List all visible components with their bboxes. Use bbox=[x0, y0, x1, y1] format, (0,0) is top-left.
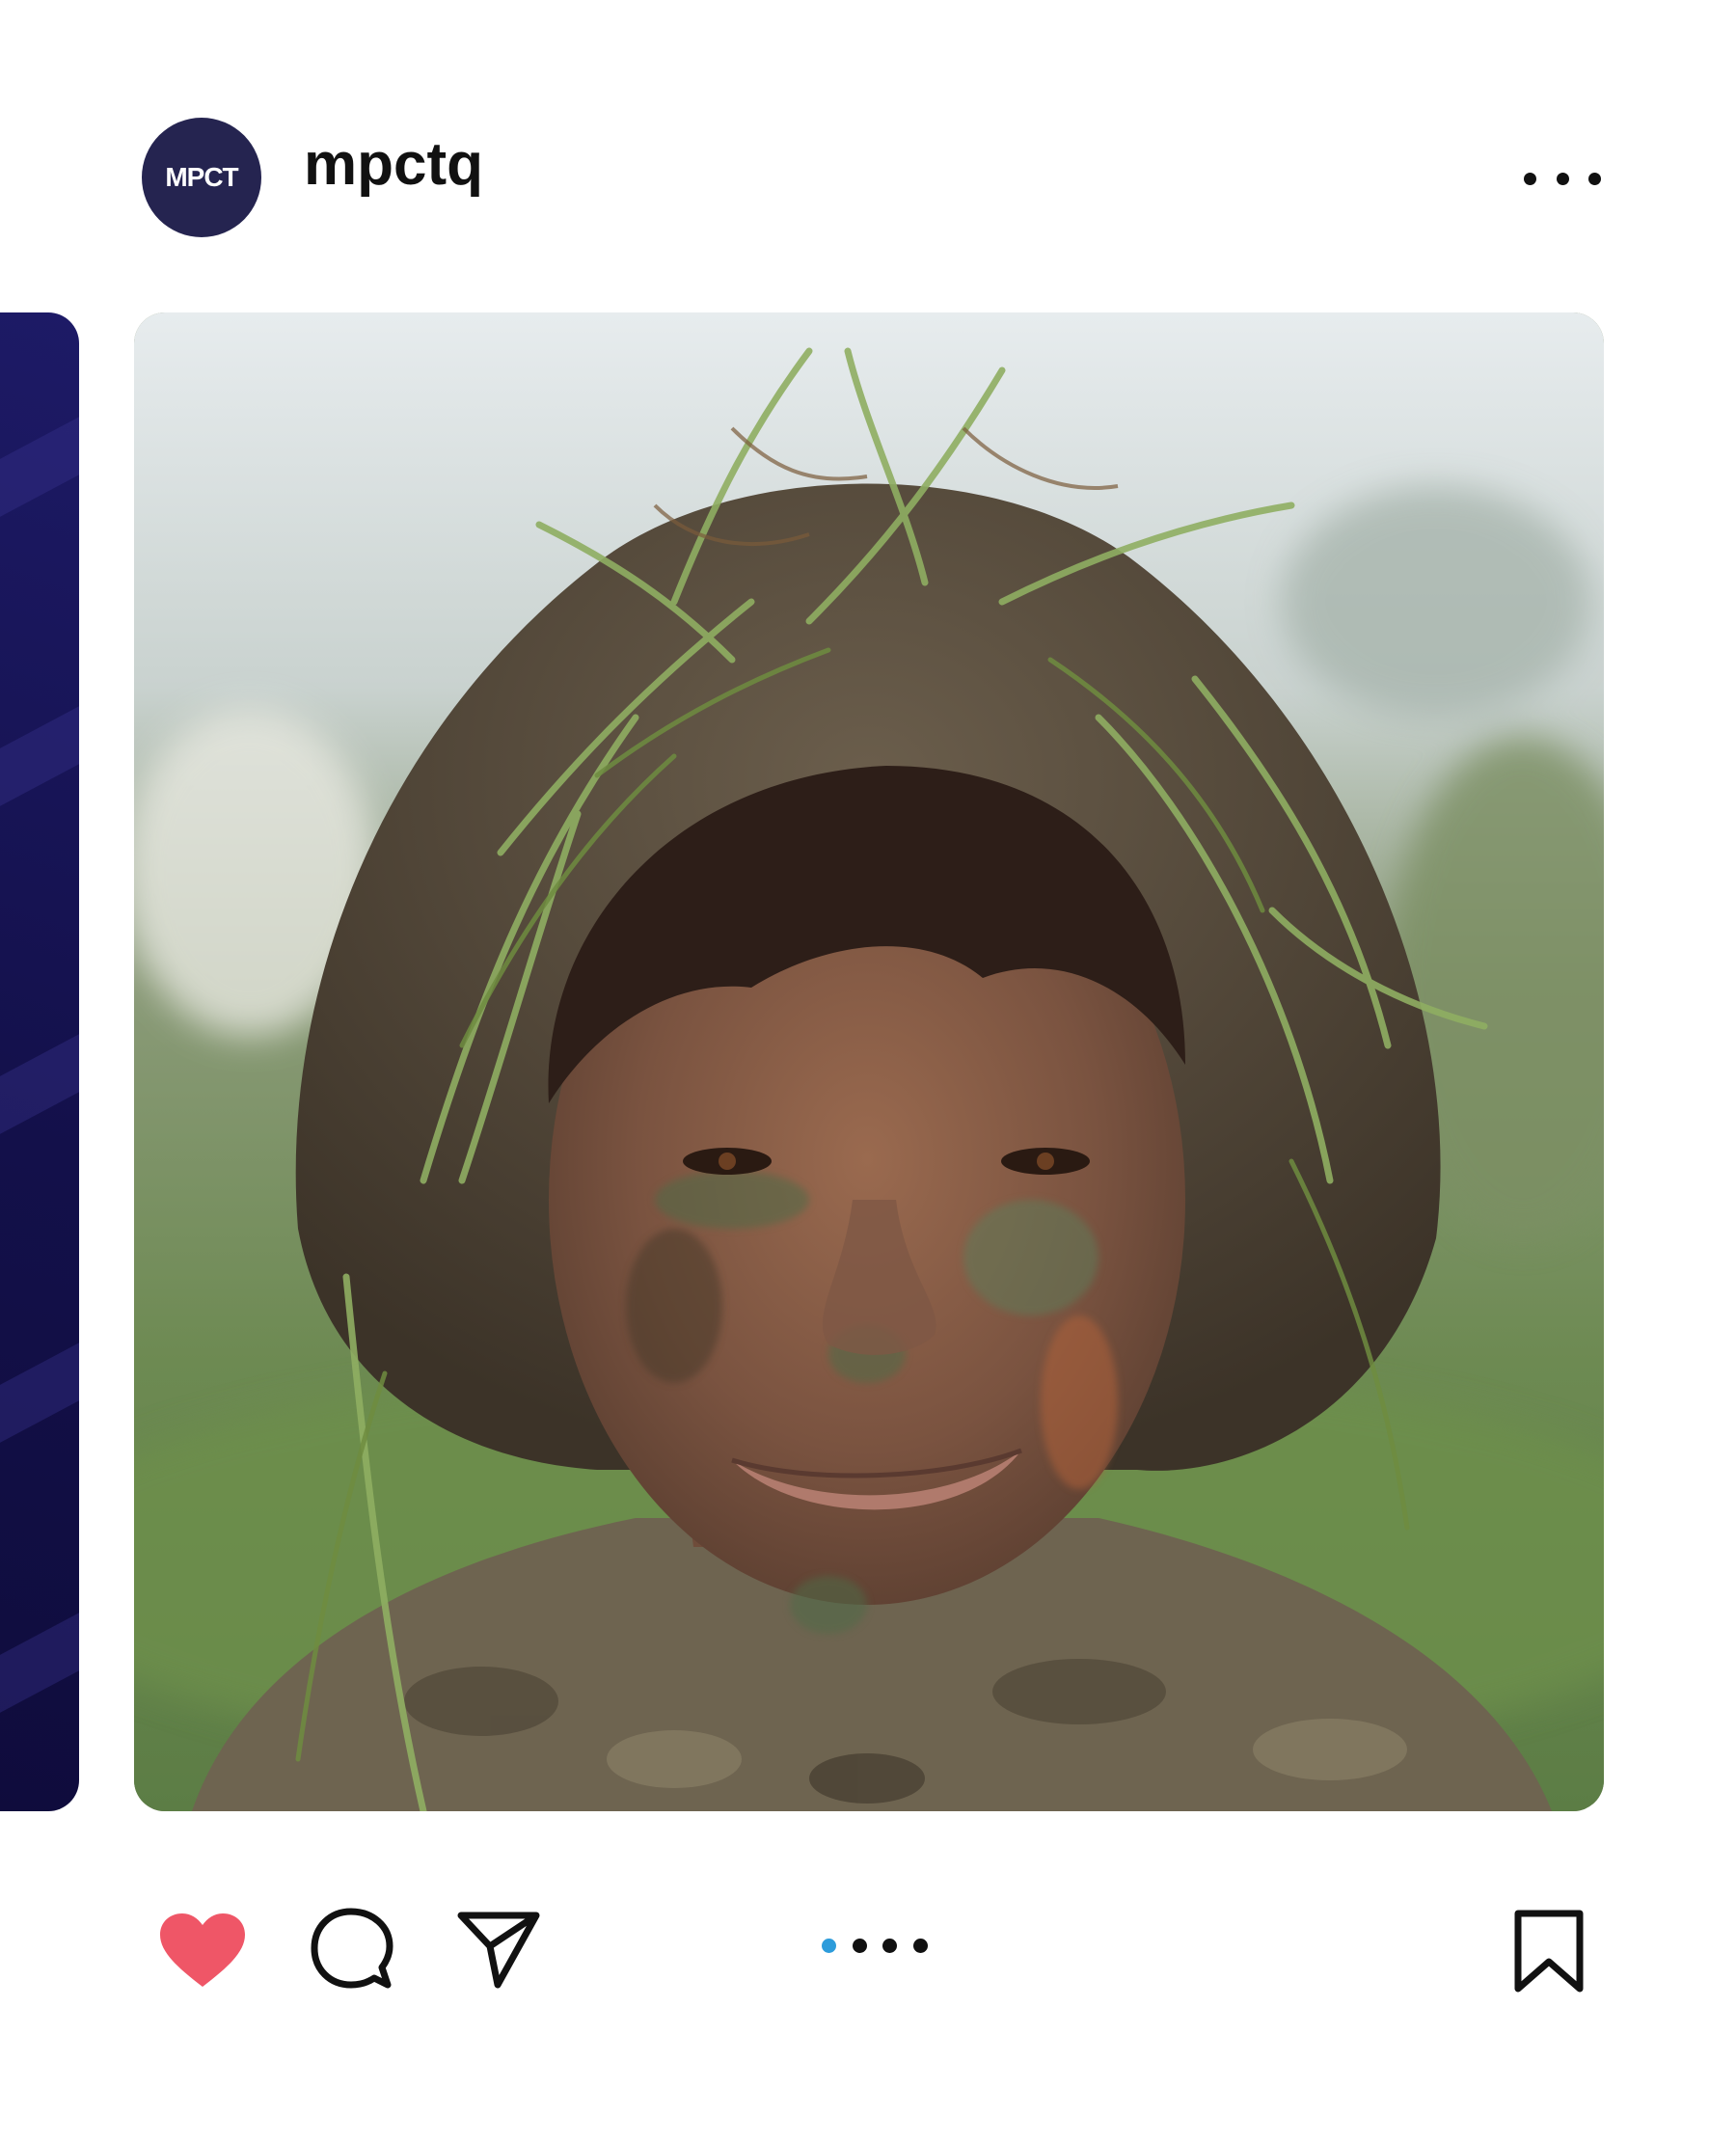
carousel-dot-active bbox=[822, 1938, 836, 1953]
post-card: MPCT mpctq bbox=[0, 0, 1736, 2143]
send-icon bbox=[457, 1912, 540, 1989]
username[interactable]: mpctq bbox=[304, 135, 483, 195]
comment-icon bbox=[311, 1908, 393, 1989]
carousel-dot bbox=[852, 1938, 867, 1953]
comment-button[interactable] bbox=[311, 1908, 393, 1991]
heart-icon bbox=[160, 1913, 245, 1987]
avatar-logo-text: MPCT bbox=[165, 162, 238, 192]
save-button[interactable] bbox=[1510, 1908, 1587, 1994]
carousel-indicator bbox=[822, 1936, 928, 1955]
camouflaged-cadet-photo bbox=[134, 312, 1604, 1811]
like-button[interactable] bbox=[158, 1912, 247, 1989]
ellipsis-icon-dot bbox=[1556, 172, 1569, 185]
share-button[interactable] bbox=[457, 1908, 540, 1991]
ellipsis-icon-dot bbox=[1524, 172, 1536, 185]
bookmark-icon bbox=[1514, 1910, 1584, 1993]
more-options-button[interactable] bbox=[1524, 159, 1601, 198]
carousel-dot bbox=[912, 1938, 928, 1953]
avatar[interactable]: MPCT bbox=[142, 118, 261, 237]
post-photo[interactable] bbox=[134, 312, 1604, 1811]
ellipsis-icon-dot bbox=[1588, 172, 1601, 185]
previous-slide-peek[interactable] bbox=[0, 312, 79, 1811]
carousel-dot bbox=[882, 1938, 898, 1953]
